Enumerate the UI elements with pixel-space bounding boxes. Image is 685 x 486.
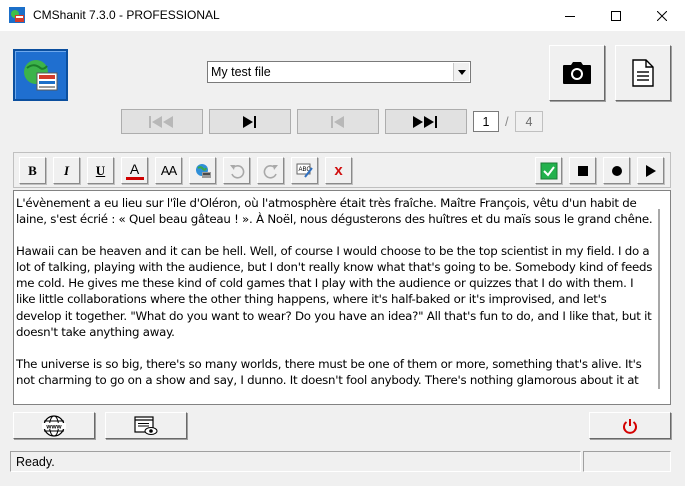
delete-button[interactable]: x [325, 157, 352, 184]
undo-icon [229, 164, 244, 179]
status-panel [10, 451, 581, 472]
app-icon [9, 7, 25, 23]
svg-text:www: www [45, 423, 62, 430]
last-page-button[interactable] [385, 109, 467, 134]
title-bar: CMShanit 7.3.0 - PROFESSIONAL [0, 0, 685, 31]
previous-page-icon [331, 115, 344, 128]
minimize-button[interactable] [547, 0, 593, 31]
underline-button[interactable]: U [87, 157, 114, 184]
vertical-scrollbar[interactable] [653, 191, 670, 404]
font-color-label: A [129, 160, 140, 177]
font-color-button[interactable]: A [121, 157, 148, 184]
first-page-button[interactable] [121, 109, 203, 134]
file-select[interactable]: My test file [207, 61, 471, 83]
status-text: Ready. [16, 455, 55, 469]
editor-paragraph: The universe is so big, there's so many … [16, 356, 642, 387]
globe-icon [195, 163, 211, 178]
insert-link-button[interactable] [189, 157, 216, 184]
document-button[interactable] [615, 45, 671, 101]
status-panel-secondary [583, 451, 671, 472]
minimize-icon [565, 15, 575, 17]
preview-button[interactable] [105, 412, 187, 439]
power-icon [623, 418, 637, 434]
spellcheck-button[interactable]: ABC [291, 157, 318, 184]
page-separator: / [505, 114, 509, 129]
last-page-icon [413, 115, 437, 128]
dropdown-arrow-icon[interactable] [453, 63, 469, 81]
app-logo-icon [24, 60, 58, 91]
redo-button[interactable] [257, 157, 284, 184]
preview-icon [134, 415, 158, 435]
maximize-button[interactable] [593, 0, 639, 31]
first-page-icon [149, 115, 173, 128]
total-pages-field: 4 [515, 111, 543, 132]
italic-button[interactable]: I [53, 157, 80, 184]
checkbox-icon [540, 162, 557, 179]
stop-icon [577, 165, 588, 176]
document-icon [632, 59, 654, 87]
spellcheck-icon: ABC [296, 163, 313, 178]
record-button[interactable] [603, 157, 630, 184]
file-select-value: My test file [211, 65, 271, 79]
text-editor[interactable]: L'évènement a eu lieu sur l'île d'Oléron… [13, 190, 671, 405]
next-page-button[interactable] [209, 109, 291, 134]
app-logo-button[interactable] [13, 49, 68, 101]
scrollbar-thumb[interactable] [658, 209, 660, 389]
maximize-icon [611, 10, 621, 21]
play-button[interactable] [637, 157, 664, 184]
power-button[interactable] [589, 412, 671, 439]
website-button[interactable]: www [13, 412, 95, 439]
next-page-icon [243, 115, 256, 128]
play-icon [645, 164, 656, 177]
undo-button[interactable] [223, 157, 250, 184]
redo-icon [263, 164, 278, 179]
previous-page-button[interactable] [297, 109, 379, 134]
close-icon [657, 10, 667, 21]
window-title: CMShanit 7.3.0 - PROFESSIONAL [33, 8, 220, 22]
www-icon: www [42, 414, 66, 437]
stop-button[interactable] [569, 157, 596, 184]
close-button[interactable] [639, 0, 685, 31]
font-size-button[interactable]: AA [155, 157, 182, 184]
font-color-swatch [125, 176, 144, 180]
record-icon [611, 165, 622, 176]
camera-button[interactable] [549, 45, 605, 101]
camera-icon [563, 62, 591, 84]
editor-paragraph: Hawaii can be heaven and it can be hell.… [16, 244, 653, 339]
editor-content[interactable]: L'évènement a eu lieu sur l'île d'Oléron… [16, 195, 654, 404]
bold-button[interactable]: B [19, 157, 46, 184]
editor-paragraph: L'évènement a eu lieu sur l'île d'Oléron… [16, 196, 653, 227]
current-page-field[interactable]: 1 [473, 111, 499, 132]
confirm-button[interactable] [535, 157, 562, 184]
